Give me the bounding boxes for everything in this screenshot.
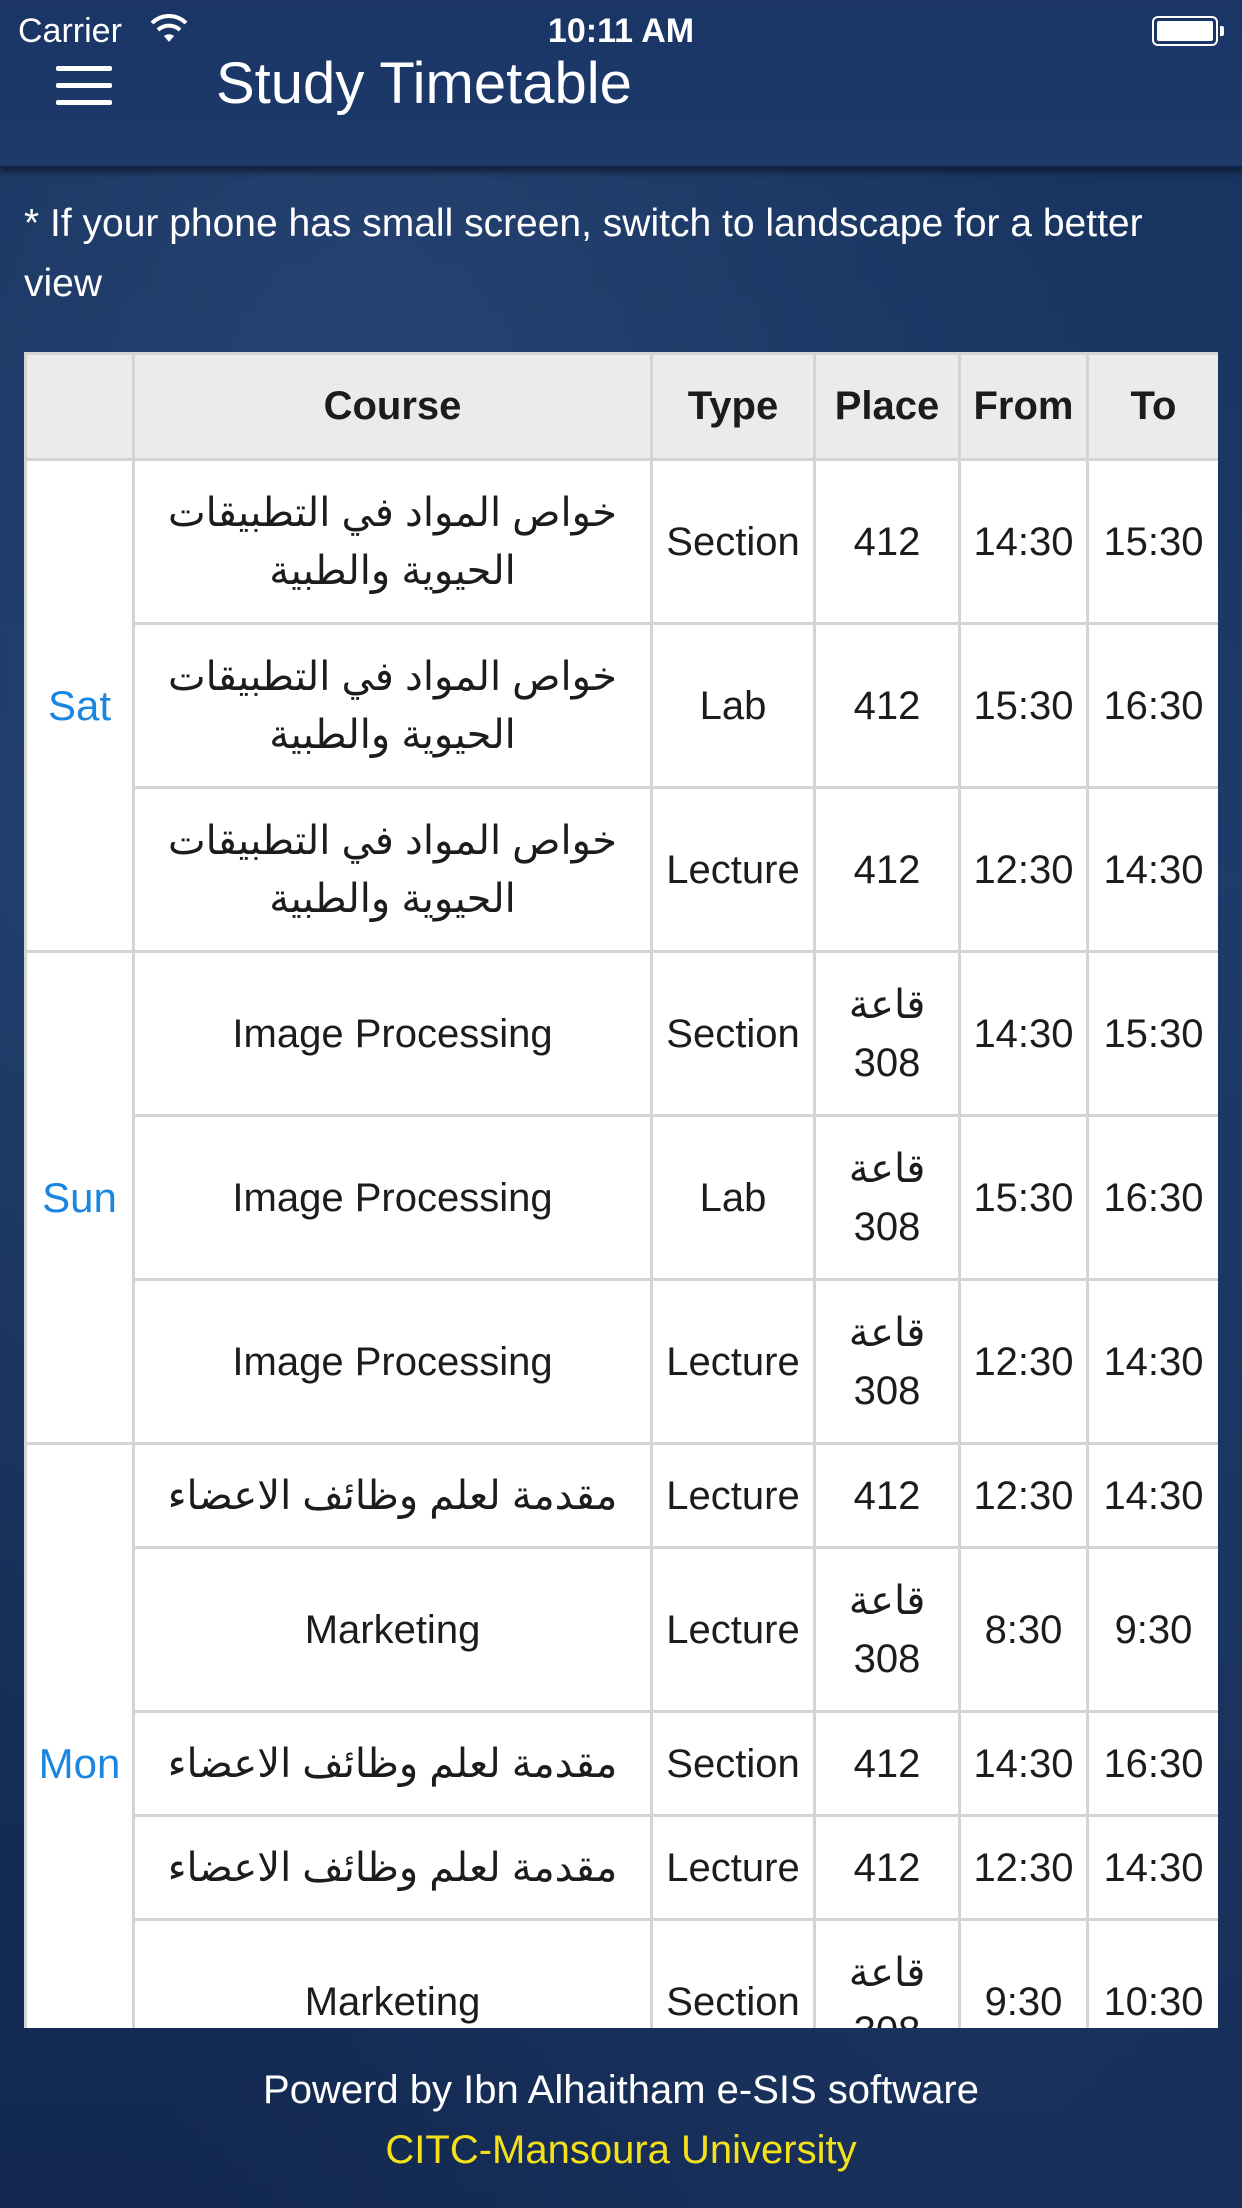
from-cell: 12:30 [958,1442,1089,1549]
type-cell: Lecture [650,1814,816,1921]
course-cell: خواص المواد في التطبيقات الحيوية والطبية [132,786,653,953]
footer-credit: Powerd by Ibn Alhaitham e-SIS software [263,2068,979,2112]
table-row: خواص المواد في التطبيقات الحيوية والطبية… [26,786,1218,953]
course-cell: Marketing [132,1918,653,2028]
day-cell-sat: Sat [24,458,135,953]
type-cell: Lab [650,622,816,789]
from-cell: 12:30 [958,786,1089,953]
status-time: 10:11 AM [547,12,695,50]
landscape-notice: * If your phone has small screen, switch… [24,202,1143,305]
type-cell: Lab [650,1114,816,1281]
type-cell: Section [650,1918,816,2028]
timetable: Course Type Place From To Sat خواص الموا… [24,352,1218,2028]
from-cell: 14:30 [958,1710,1089,1817]
footer-university-link[interactable]: CITC-Mansoura University [0,2120,1242,2180]
place-cell: قاعة 308 [813,950,961,1117]
type-cell: Lecture [650,786,816,953]
type-cell: Section [650,950,816,1117]
header-course: Course [132,352,653,461]
place-cell: 412 [813,1814,961,1921]
header-to: To [1086,352,1218,461]
place-cell: 412 [813,622,961,789]
to-cell: 15:30 [1086,950,1218,1117]
place-cell: 412 [813,1710,961,1817]
place-cell: 412 [813,458,961,625]
course-cell: Marketing [132,1546,653,1713]
type-cell: Lecture [650,1442,816,1549]
table-row: Marketing Section قاعة 308 9:30 10:30 [26,1918,1218,2028]
page-title: Study Timetable [216,51,632,116]
table-row: Mon مقدمة لعلم وظائف الاعضاء Lecture 412… [24,1442,1218,2028]
to-cell: 10:30 [1086,1918,1218,2028]
table-row: Sun Image Processing Section قاعة 308 14… [24,950,1218,1445]
type-cell: Section [650,1710,816,1817]
table-row: Marketing Lecture قاعة 308 8:30 9:30 [26,1546,1218,1713]
table-row: Image Processing Lecture قاعة 308 12:30 … [26,1278,1218,1445]
type-cell: Lecture [650,1278,816,1445]
table-row: خواص المواد في التطبيقات الحيوية والطبية… [26,622,1218,789]
battery-icon [1152,16,1224,46]
table-row: مقدمة لعلم وظائف الاعضاء Section 412 14:… [26,1710,1218,1817]
place-cell: 412 [813,786,961,953]
from-cell: 14:30 [958,458,1089,625]
footer: Powerd by Ibn Alhaitham e-SIS software C… [0,2060,1242,2180]
course-cell: Image Processing [132,950,653,1117]
day-cell-sun: Sun [24,950,135,1445]
to-cell: 16:30 [1086,1114,1218,1281]
course-cell: Image Processing [132,1114,653,1281]
to-cell: 14:30 [1086,1442,1218,1549]
to-cell: 14:30 [1086,786,1218,953]
course-cell: مقدمة لعلم وظائف الاعضاء [132,1442,653,1549]
course-cell: مقدمة لعلم وظائف الاعضاء [132,1814,653,1921]
table-row: Sat خواص المواد في التطبيقات الحيوية وال… [24,458,1218,953]
course-cell: مقدمة لعلم وظائف الاعضاء [132,1710,653,1817]
timetable-scroll-area[interactable]: Course Type Place From To Sat خواص الموا… [24,352,1218,2028]
table-row: مقدمة لعلم وظائف الاعضاء Lecture 412 12:… [26,1814,1218,1921]
from-cell: 9:30 [958,1918,1089,2028]
place-cell: قاعة 308 [813,1114,961,1281]
table-header-row: Course Type Place From To [24,352,1218,461]
place-cell: قاعة 308 [813,1278,961,1445]
to-cell: 14:30 [1086,1278,1218,1445]
navigation-bar: Carrier 10:11 AM Study Timetable [0,0,1242,168]
header-from: From [958,352,1089,461]
header-type: Type [650,352,816,461]
place-cell: قاعة 308 [813,1546,961,1713]
from-cell: 14:30 [958,950,1089,1117]
from-cell: 12:30 [958,1814,1089,1921]
to-cell: 15:30 [1086,458,1218,625]
to-cell: 14:30 [1086,1814,1218,1921]
header-day [24,352,135,461]
table-row: Image Processing Lab قاعة 308 15:30 16:3… [26,1114,1218,1281]
from-cell: 15:30 [958,622,1089,789]
type-cell: Lecture [650,1546,816,1713]
type-cell: Section [650,458,816,625]
from-cell: 15:30 [958,1114,1089,1281]
place-cell: 412 [813,1442,961,1549]
to-cell: 16:30 [1086,622,1218,789]
course-cell: خواص المواد في التطبيقات الحيوية والطبية [132,458,653,625]
course-cell: خواص المواد في التطبيقات الحيوية والطبية [132,622,653,789]
place-cell: قاعة 308 [813,1918,961,2028]
from-cell: 12:30 [958,1278,1089,1445]
day-cell-mon: Mon [24,1442,135,2028]
course-cell: Image Processing [132,1278,653,1445]
header-place: Place [813,352,961,461]
menu-icon[interactable] [56,66,112,106]
to-cell: 9:30 [1086,1546,1218,1713]
to-cell: 16:30 [1086,1710,1218,1817]
from-cell: 8:30 [958,1546,1089,1713]
